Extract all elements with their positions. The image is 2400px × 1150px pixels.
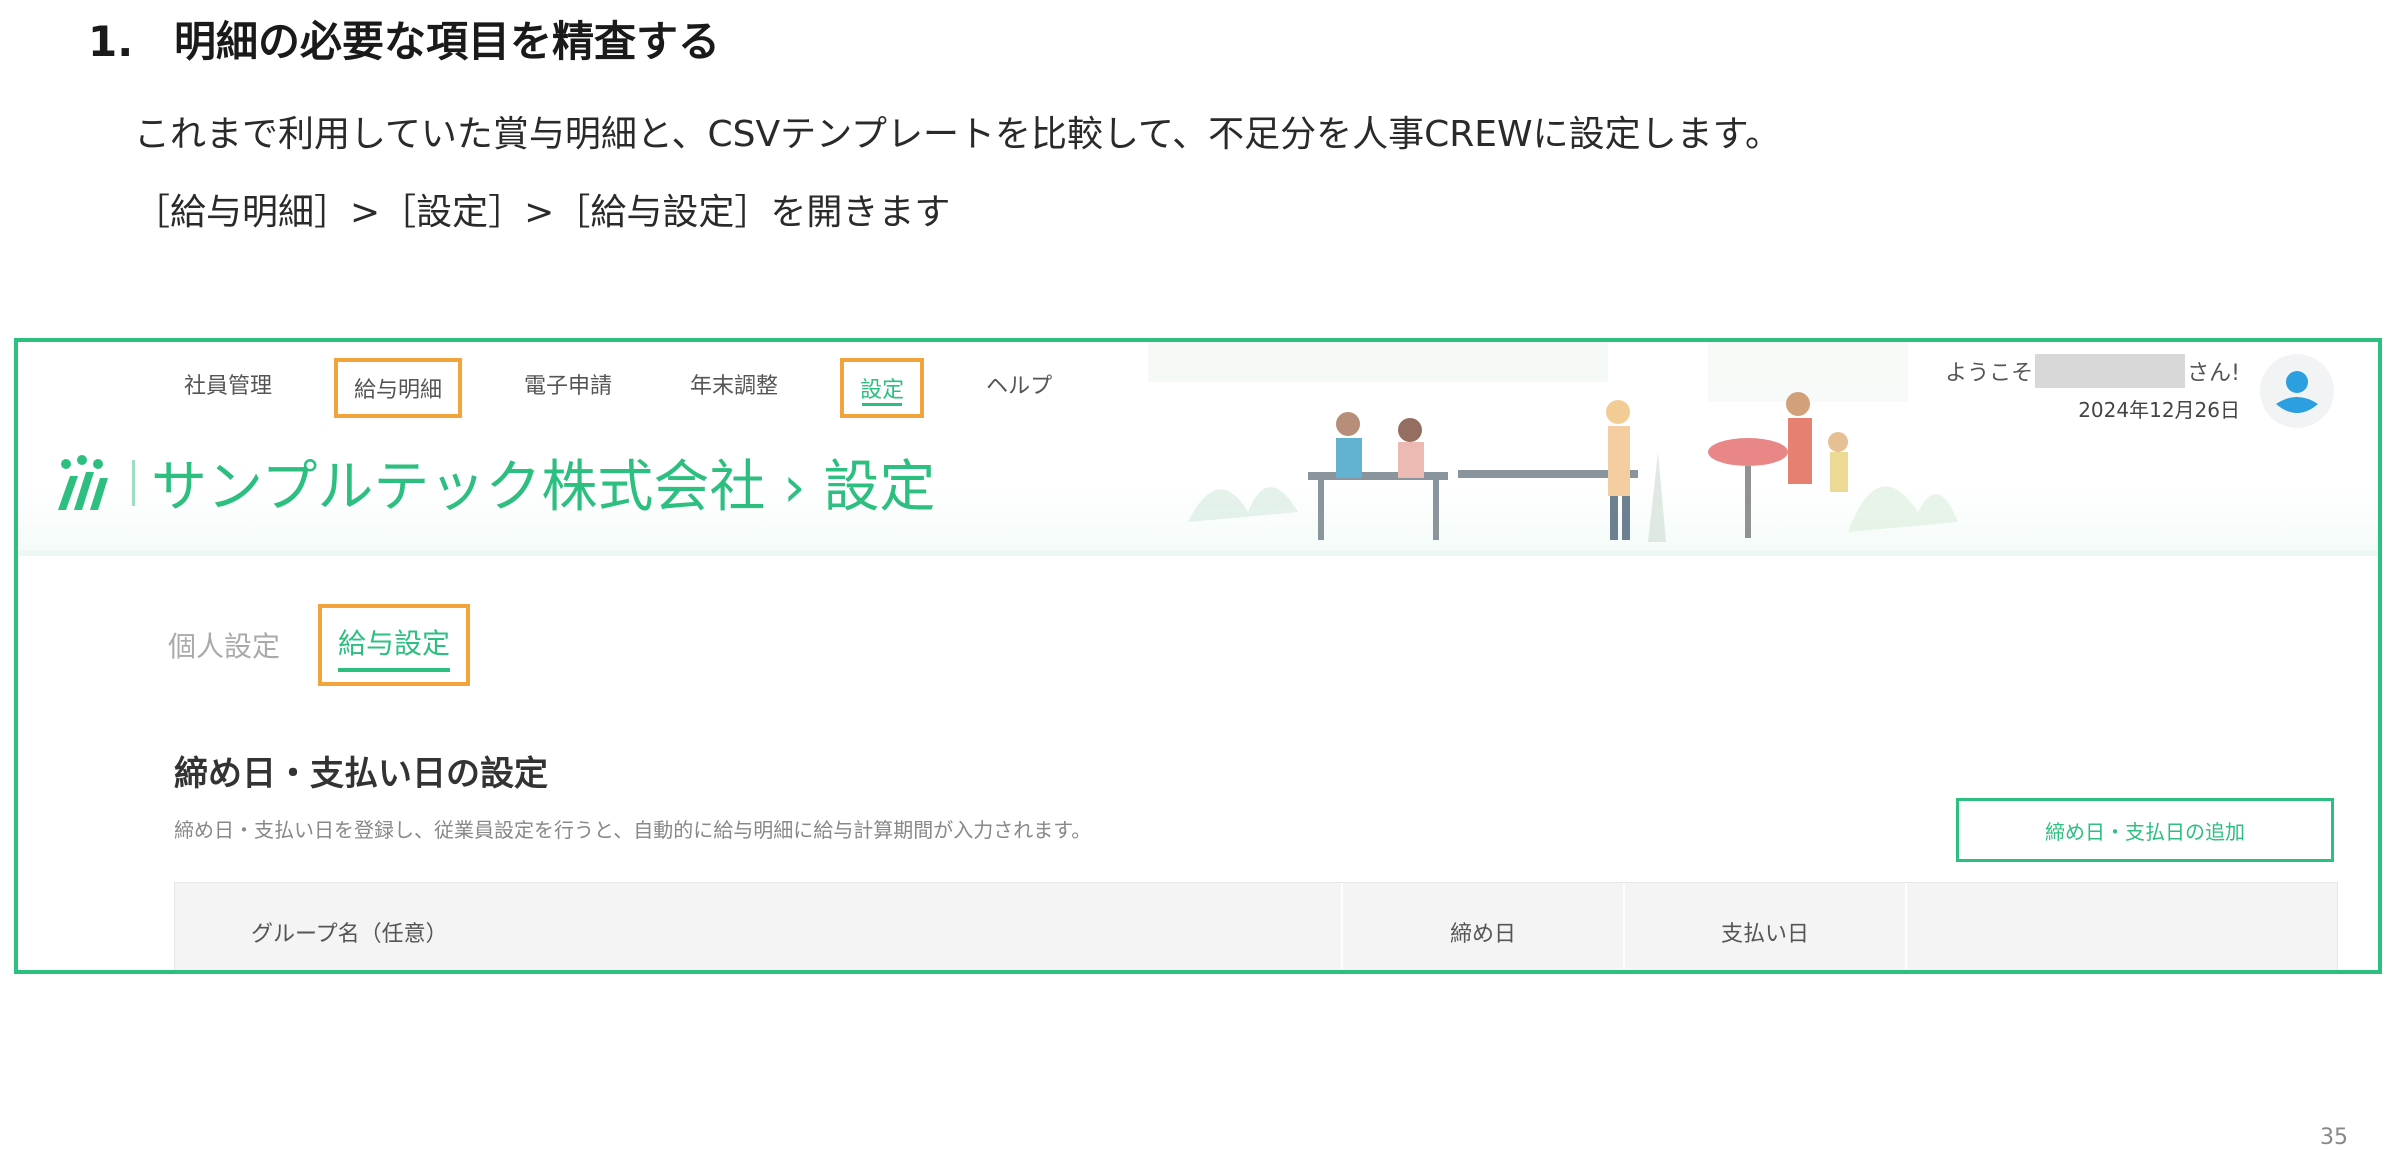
app-header: 社員管理 給与明細 電子申請 年末調整 設定 ヘルプ サンプルテック株式会社 ›… <box>18 342 2378 556</box>
welcome-prefix: ようこそ <box>1945 361 2034 386</box>
company-title: サンプルテック株式会社 › 設定 <box>151 455 936 520</box>
section-description: 締め日・支払い日を登録し、従業員設定を行うと、自動的に給与明細に給与計算期間が入… <box>174 818 1092 842</box>
column-header-closing-date: 締め日 <box>1343 883 1625 970</box>
avatar[interactable] <box>2260 354 2334 428</box>
instruction-line-2: ［給与明細］>［設定］>［給与設定］を開きます <box>134 192 951 233</box>
user-avatar-icon <box>2276 371 2318 413</box>
page-number: 35 <box>2320 1125 2348 1150</box>
column-header-group-name: グループ名（任意） <box>175 883 1343 970</box>
nav-employee-management[interactable]: 社員管理 <box>168 358 288 418</box>
tab-payroll-settings[interactable]: 給与設定 <box>318 604 471 686</box>
tab-payroll-settings-label: 給与設定 <box>338 627 451 660</box>
nav-settings[interactable]: 設定 <box>840 358 925 418</box>
nav-payslip[interactable]: 給与明細 <box>334 358 463 418</box>
brand-separator <box>132 459 135 506</box>
screenshot-frame: 社員管理 給与明細 電子申請 年末調整 設定 ヘルプ サンプルテック株式会社 ›… <box>14 338 2382 974</box>
add-closing-payment-date-button[interactable]: 締め日・支払日の追加 <box>1956 798 2334 862</box>
current-date: 2024年12月26日 <box>2078 398 2240 422</box>
nav-help[interactable]: ヘルプ <box>970 358 1068 418</box>
redacted-username <box>2035 354 2186 388</box>
settings-tabs: 個人設定 給与設定 <box>168 604 471 686</box>
top-nav: 社員管理 給与明細 電子申請 年末調整 設定 ヘルプ <box>168 358 1114 418</box>
active-tab-underline <box>338 668 451 672</box>
section-title: 締め日・支払い日の設定 <box>174 754 548 794</box>
nav-year-end-adjustment[interactable]: 年末調整 <box>674 358 794 418</box>
welcome-message: ようこそ さん! <box>1945 354 2240 388</box>
heading-text: 明細の必要な項目を精査する <box>174 17 721 66</box>
column-header-payment-date: 支払い日 <box>1625 883 1907 970</box>
brand-logo-icon <box>58 454 108 510</box>
document-heading: 1. 明細の必要な項目を精査する <box>88 8 720 69</box>
column-header-actions <box>1907 883 2337 970</box>
header-illustration <box>1148 342 1958 542</box>
brand: サンプルテック株式会社 › 設定 <box>46 442 935 523</box>
heading-number: 1. <box>88 17 134 66</box>
table-header-row: グループ名（任意） 締め日 支払い日 <box>174 882 2338 970</box>
welcome-suffix: さん! <box>2187 361 2240 386</box>
tab-personal-settings[interactable]: 個人設定 <box>168 625 280 665</box>
instruction-line-1: これまで利用していた賞与明細と、CSVテンプレートを比較して、不足分を人事CRE… <box>134 114 1782 155</box>
nav-e-application[interactable]: 電子申請 <box>508 358 628 418</box>
